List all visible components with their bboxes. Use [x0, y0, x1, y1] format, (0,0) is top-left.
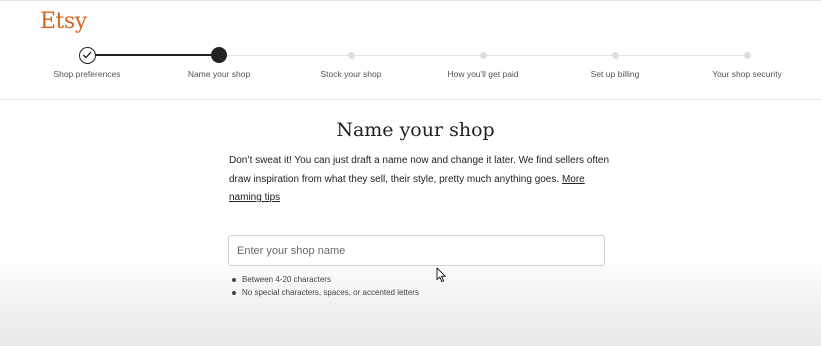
page-description: Don’t sweat it! You can just draft a nam… [229, 152, 614, 208]
step-upcoming-node [743, 51, 751, 59]
mouse-pointer-icon [436, 267, 446, 283]
name-requirements-list: Between 4-20 characters No special chara… [231, 273, 419, 299]
step-current-node [211, 47, 227, 63]
requirement-item: Between 4-20 characters [231, 273, 419, 286]
step-name-your-shop[interactable]: Name your shop [164, 0, 274, 99]
step-label: How you'll get paid [447, 69, 519, 79]
shop-name-field[interactable] [228, 235, 605, 266]
step-how-youll-get-paid: How you'll get paid [428, 0, 538, 99]
step-upcoming-node [611, 51, 619, 59]
step-your-shop-security: Your shop security [692, 0, 802, 99]
step-label: Shop preferences [53, 69, 121, 79]
step-completed-node [78, 47, 96, 64]
onboarding-progress-stepper: Shop preferences Name your shop Stock yo… [0, 0, 821, 99]
step-label: Name your shop [187, 69, 251, 79]
step-upcoming-node [347, 51, 355, 59]
step-shop-preferences[interactable]: Shop preferences [32, 0, 142, 99]
shop-name-input[interactable] [229, 236, 604, 265]
requirement-item: No special characters, spaces, or accent… [231, 286, 419, 299]
step-label: Set up billing [590, 69, 640, 79]
step-upcoming-node [479, 51, 487, 59]
step-label: Stock your shop [320, 69, 382, 79]
step-stock-your-shop: Stock your shop [296, 0, 406, 99]
page-title: Name your shop [336, 119, 495, 141]
header-divider [0, 99, 821, 100]
step-label: Your shop security [712, 69, 782, 79]
check-icon [82, 51, 91, 59]
description-text: Don’t sweat it! You can just draft a nam… [229, 155, 610, 185]
step-set-up-billing: Set up billing [560, 0, 670, 99]
